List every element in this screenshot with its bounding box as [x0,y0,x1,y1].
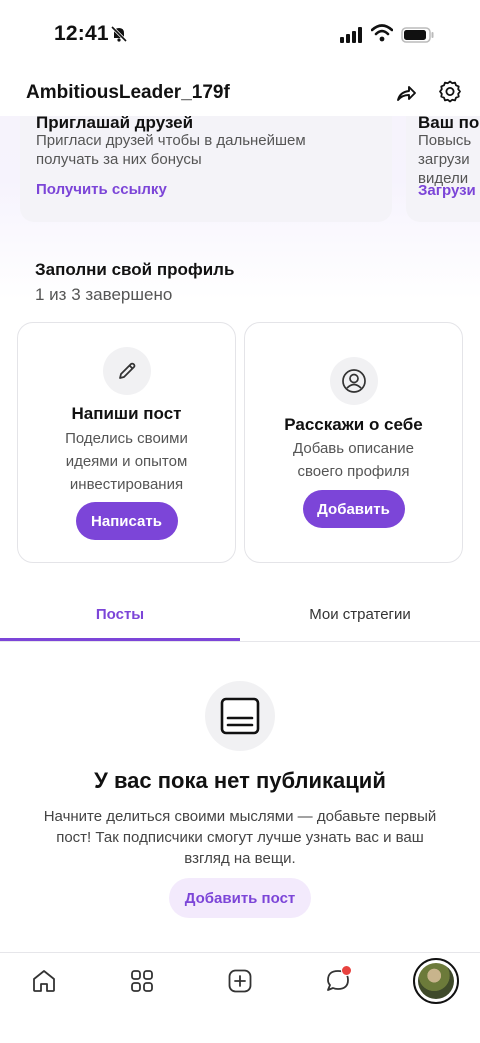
user-circle-icon [329,357,378,405]
nav-home[interactable] [29,966,59,996]
empty-state-description-line: пост! Так подписчики смогут лучше узнать… [56,829,424,846]
empty-state-description: Начните делиться своими мыслями — добавь… [20,806,460,869]
nav-grid[interactable] [127,966,157,996]
task-description: Добавь описание своего профиля [245,437,462,483]
document-icon [205,681,275,751]
status-bar: 12:41 [0,0,480,70]
tab-posts[interactable]: Посты [0,592,240,641]
about-me-card: Расскажи о себе Добавь описание своего п… [244,322,463,563]
notification-dot [341,965,352,976]
battery-icon [401,27,434,43]
profile-header: AmbitiousLeader_179f [0,70,480,116]
bottom-navigation [0,952,480,1043]
grid-icon [131,970,153,992]
add-post-button[interactable]: Добавить пост [169,878,311,918]
upload-link-button[interactable]: Загрузи [418,182,476,199]
share-icon [397,86,416,101]
empty-state-description-line: Начните делиться своими мыслями — добавь… [43,808,437,825]
promo-text-line: получать за них бонусы [36,151,202,168]
gear-icon [439,80,461,103]
task-description-line: Добавь описание [293,440,414,457]
invite-friends-card[interactable]: Приглашай друзей Пригласи друзей чтобы в… [20,116,392,222]
empty-state-title: У вас пока нет публикаций [94,768,386,793]
task-description-line: идеями и опытом [65,453,188,470]
status-time: 12:41 [54,22,109,45]
tab-my-strategies[interactable]: Мои стратегии [240,592,480,641]
task-description: Поделись своими идеями и опытом инвестир… [18,427,235,496]
task-description-line: своего профиля [297,463,410,480]
write-post-card: Напиши пост Поделись своими идеями и опы… [17,322,236,563]
profile-completion-progress: 1 из 3 завершено [35,285,173,304]
pencil-icon [102,347,151,395]
task-title: Напиши пост [71,404,182,423]
get-link-button[interactable]: Получить ссылку [36,181,167,198]
settings-button[interactable] [436,78,464,106]
promo-text-line: загрузи [418,151,470,168]
active-tab-indicator [0,638,240,641]
promo-text-line: Повысь [418,132,472,149]
task-description-line: инвестирования [69,476,184,493]
promo-text-line: Пригласи друзей чтобы в дальнейшем [36,132,306,149]
promo-text: Повысь загрузи видели [418,131,471,188]
write-post-button[interactable]: Написать [75,502,178,540]
task-description-line: Поделись своими [65,430,188,447]
task-title: Расскажи о себе [284,415,423,434]
home-icon [33,970,55,992]
nav-create[interactable] [225,966,255,996]
add-icon [228,969,252,993]
avatar [418,963,454,999]
upload-card[interactable]: Ваш по Повысь загрузи видели Загрузи [406,116,480,222]
promo-carousel[interactable]: Приглашай друзей Пригласи друзей чтобы в… [0,116,480,226]
bell-off-icon [110,25,128,43]
promo-text: Пригласи друзей чтобы в дальнейшем получ… [36,131,306,169]
profile-completion-title: Заполни свой профиль [35,260,235,279]
empty-state-description-line: взгляд на вещи. [184,850,296,867]
username: AmbitiousLeader_179f [26,82,230,103]
add-description-button[interactable]: Добавить [302,490,405,528]
wifi-icon [371,24,393,42]
signal-icon [340,27,362,43]
profile-tabs: Посты Мои стратегии [0,592,480,642]
share-button[interactable] [392,79,420,107]
nav-profile-avatar[interactable] [413,958,459,1004]
